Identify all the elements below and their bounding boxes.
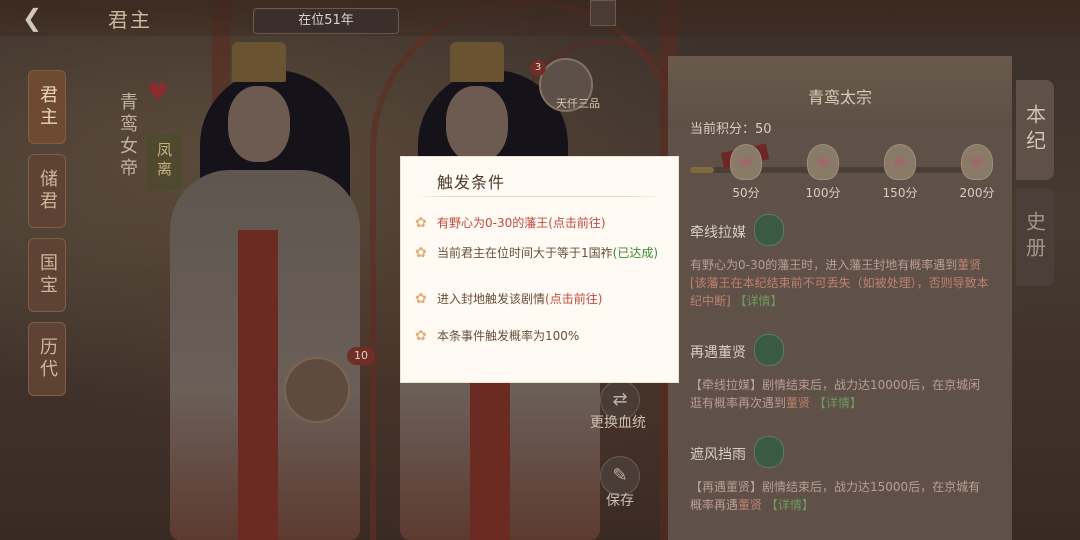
event-description: 【再遇董贤】剧情结束后，战力达15000后，在京城有概率再遇董贤 【详情】 (690, 480, 981, 512)
monarch-title: 青鸾女帝 (117, 92, 138, 180)
save-label[interactable]: 保存 (606, 490, 634, 510)
event-bag-icon (754, 334, 784, 366)
flower-bullet-icon: ✿ (415, 291, 427, 307)
reign-years-badge: 在位51年 (253, 8, 399, 34)
divider (415, 196, 663, 197)
tab-monarch[interactable]: 君主 (28, 70, 66, 144)
consort-rank-badge: 3 (530, 60, 546, 76)
event-item: 牵线拉媒 有野心为0-30的藩王时，进入藩王封地有概率遇到董贤[该藩王在本纪结束… (690, 214, 990, 310)
achieved-label: (已达成) (612, 246, 659, 260)
gift-icon[interactable] (284, 357, 350, 423)
trigger-conditions-popup[interactable]: 触发条件 ✿ 有野心为0-30的藩王(点击前往) ✿ 当前君主在位时间大于等于1… (401, 157, 678, 382)
event-item: 遮风挡雨 【再遇董贤】剧情结束后，战力达15000后，在京城有概率再遇董贤 【详… (690, 436, 990, 514)
back-arrow-icon: ❮ (22, 4, 43, 32)
back-button[interactable]: ❮ (22, 6, 66, 30)
reward-bag-icon (730, 144, 762, 180)
consort-label: 天仟三品 (556, 97, 600, 110)
tab-history[interactable]: 历代 (28, 322, 66, 396)
tab-annals[interactable]: 本纪 (1016, 80, 1054, 180)
popup-title: 触发条件 (437, 173, 506, 192)
current-score: 当前积分：50 (690, 122, 772, 137)
top-bar: ❮ 君主 在位51年 (0, 0, 1080, 36)
detail-link[interactable]: 【详情】 (814, 396, 862, 410)
event-description: 有野心为0-30的藩王时，进入藩王封地有概率遇到董贤[该藩王在本纪结束前不可丢失… (690, 258, 989, 308)
gift-count-badge: 10 (347, 347, 375, 365)
monarch-name: 凤离 (155, 142, 173, 180)
heart-icon: ♥ (147, 78, 169, 106)
change-bloodline-label[interactable]: 更换血统 (590, 412, 646, 432)
goto-link[interactable]: (点击前往) (545, 292, 602, 306)
milestone-reward[interactable]: 150分 (880, 144, 920, 201)
chronicle-panel: 青鸾太宗 当前积分：50 已领 50分 100分 150分 200分 牵线拉媒 … (668, 56, 1012, 540)
event-item: 再遇董贤 【牵线拉媒】剧情结束后，战力达10000后，在京城闲逛有概率再次遇到董… (690, 334, 990, 412)
milestone-reward[interactable]: 200分 (957, 144, 997, 201)
milestone-reward[interactable]: 100分 (803, 144, 843, 201)
flower-bullet-icon: ✿ (415, 328, 427, 344)
reward-bag-icon (884, 144, 916, 180)
reward-bag-icon (807, 144, 839, 180)
reward-bag-icon (961, 144, 993, 180)
tab-treasure[interactable]: 国宝 (28, 238, 66, 312)
condition-text: 进入封地触发该剧情 (437, 292, 546, 306)
flower-bullet-icon: ✿ (415, 215, 427, 231)
tab-heir[interactable]: 储君 (28, 154, 66, 228)
detail-link[interactable]: 【详情】 (766, 498, 814, 512)
event-description: 【牵线拉媒】剧情结束后，战力达10000后，在京城闲逛有概率再次遇到董贤 【详情… (690, 378, 981, 410)
detail-link[interactable]: 【详情】 (735, 294, 783, 308)
tab-records[interactable]: 史册 (1016, 188, 1054, 286)
score-progress-fill (690, 167, 714, 173)
envelope-icon[interactable] (590, 0, 616, 26)
event-bag-icon (754, 214, 784, 246)
page-title: 君主 (108, 8, 152, 32)
event-bag-icon (754, 436, 784, 468)
flower-bullet-icon: ✿ (415, 245, 427, 261)
panel-title: 青鸾太宗 (807, 88, 872, 107)
milestone-reward[interactable]: 50分 (726, 144, 766, 201)
